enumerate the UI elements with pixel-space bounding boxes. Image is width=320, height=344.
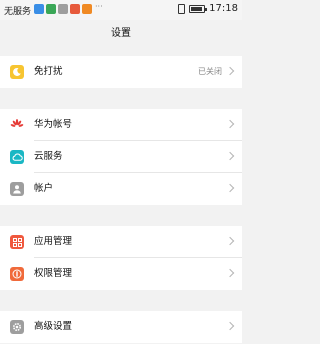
permission-icon: [10, 267, 24, 281]
setting-label: 免打扰: [34, 66, 63, 77]
page-title: 设置: [111, 28, 131, 39]
notification-app-icon: [58, 4, 68, 14]
setting-row-huawei-id[interactable]: 华为帐号: [0, 109, 242, 141]
setting-row-cloud-service[interactable]: 云服务: [0, 141, 242, 173]
chevron-right-icon: [225, 183, 235, 193]
setting-label: 权限管理: [34, 268, 73, 279]
carrier-label: 无服务: [4, 7, 32, 17]
account-icon: [10, 182, 24, 196]
clock-time: 17:18: [209, 3, 238, 14]
sim-card-icon: [178, 3, 186, 14]
chevron-right-icon: [225, 151, 235, 161]
notification-app-icon: [34, 4, 44, 14]
setting-row-advanced-settings[interactable]: 高级设置: [0, 311, 242, 343]
chevron-right-icon: [225, 236, 235, 246]
notification-app-icon: [46, 4, 56, 14]
setting-row-permission-management[interactable]: 权限管理: [0, 258, 242, 290]
setting-label: 高级设置: [34, 321, 73, 332]
setting-label: 应用管理: [34, 236, 73, 247]
setting-row-accounts[interactable]: 帐户: [0, 173, 242, 205]
chevron-right-icon: [225, 66, 235, 76]
battery-icon: [189, 4, 208, 13]
chevron-right-icon: [225, 119, 235, 129]
chevron-right-icon: [225, 268, 235, 278]
moon-icon: [10, 65, 24, 79]
settings-group-dnd: 免打扰 已关闭: [0, 56, 242, 88]
huawei-logo-icon: [10, 118, 24, 132]
notification-icons: ···: [34, 2, 103, 14]
more-notifications-icon: ···: [95, 2, 103, 11]
gear-icon: [10, 320, 24, 334]
setting-row-app-management[interactable]: 应用管理: [0, 226, 242, 258]
setting-row-do-not-disturb[interactable]: 免打扰 已关闭: [0, 56, 242, 88]
notification-app-icon: [70, 4, 80, 14]
notification-app-icon: [82, 4, 92, 14]
setting-label: 云服务: [34, 151, 63, 162]
status-bar: 无服务 ··· 17:18: [0, 0, 242, 20]
setting-label: 华为帐号: [34, 119, 73, 130]
setting-label: 帐户: [34, 183, 54, 194]
apps-icon: [10, 235, 24, 249]
settings-group-account: 华为帐号 云服务 帐户: [0, 109, 242, 205]
chevron-right-icon: [225, 321, 235, 331]
settings-group-advanced: 高级设置: [0, 311, 242, 343]
setting-status: 已关闭: [198, 67, 222, 76]
settings-group-apps: 应用管理 权限管理: [0, 226, 242, 290]
cloud-icon: [10, 150, 24, 164]
